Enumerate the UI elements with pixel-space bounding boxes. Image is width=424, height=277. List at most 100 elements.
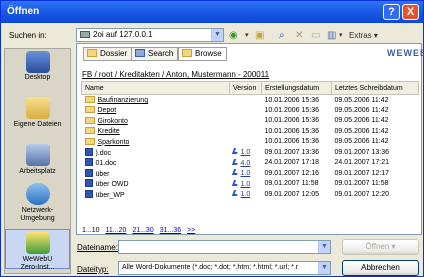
cell-modified: 09.01.2007 12:20 bbox=[334, 190, 390, 198]
page-link[interactable]: 11...20 bbox=[105, 227, 126, 234]
chevron-down-icon[interactable]: ▼ bbox=[211, 29, 223, 41]
extras-label: Extras bbox=[349, 31, 372, 40]
table-row[interactable]: über OWD 1.0 09.01.2007 11:58 09.01.2007 11… bbox=[82, 179, 419, 190]
file-name[interactable]: Girokonto bbox=[98, 118, 128, 125]
file-name[interactable]: Depot bbox=[98, 107, 117, 114]
tab-label: Browse bbox=[195, 49, 222, 58]
delete-icon[interactable]: ✕ bbox=[295, 28, 303, 44]
folder-open-icon bbox=[182, 49, 192, 57]
views-dropdown-icon[interactable]: ▾ bbox=[339, 28, 343, 44]
tab-label: Search bbox=[148, 49, 174, 58]
col-created[interactable]: Erstellungsdatum bbox=[261, 81, 332, 95]
desktop-icon bbox=[27, 55, 48, 72]
place-desktop[interactable]: Desktop bbox=[5, 55, 70, 85]
version-link[interactable]: 1.0 bbox=[241, 181, 251, 188]
cell-modified: 09.01.2007 12:17 bbox=[334, 169, 390, 177]
version-link[interactable]: 1.0 bbox=[241, 170, 251, 177]
version-link[interactable]: 4.0 bbox=[241, 160, 251, 167]
cell-name[interactable]: Depot bbox=[82, 105, 230, 116]
tab-search[interactable]: Search bbox=[131, 47, 179, 61]
tab-browse[interactable]: Browse bbox=[178, 47, 227, 61]
cell-name[interactable]: über OWD bbox=[82, 179, 230, 190]
place-wewebu[interactable]: WeWebU Zero-Inst... bbox=[5, 229, 70, 271]
open-button[interactable]: Öffnen ▾ bbox=[342, 239, 419, 255]
filename-input[interactable]: ▼ bbox=[118, 240, 331, 254]
extras-menu[interactable]: Extras ▾ bbox=[349, 28, 378, 44]
my-documents-icon bbox=[25, 97, 50, 119]
cell-created: 09.01.2007 12:16 bbox=[264, 169, 320, 177]
cell-version bbox=[230, 95, 262, 106]
tab-dossier[interactable]: Dossier bbox=[83, 47, 133, 61]
back-dropdown-icon[interactable]: ▾ bbox=[245, 28, 249, 44]
cell-name[interactable]: Girokonto bbox=[82, 116, 230, 127]
lookin-select[interactable]: 2oi auf 127.0.0.1 ▼ bbox=[76, 28, 224, 42]
views-icon[interactable]: ▥ bbox=[327, 28, 336, 44]
table-row[interactable]: über 1.0 09.01.2007 12:16 09.01.2007 12:17 bbox=[82, 168, 419, 179]
places-bar: Desktop Eigene Dateien Arbeitsplatz Netz… bbox=[4, 48, 71, 274]
cell-version bbox=[230, 116, 262, 127]
file-name[interactable]: Kredite bbox=[98, 128, 120, 135]
cell-modified: 09.05.2006 11:42 bbox=[334, 138, 389, 146]
page-link[interactable]: 21...30 bbox=[132, 227, 153, 234]
file-name[interactable]: ).doc bbox=[96, 150, 112, 157]
new-folder-icon[interactable]: ▭ bbox=[311, 28, 320, 44]
cell-name[interactable]: ).doc bbox=[82, 147, 230, 158]
cell-created: 10.01.2006 15:36 bbox=[264, 106, 320, 114]
file-name[interactable]: über bbox=[96, 171, 110, 178]
cell-name[interactable]: Sparkonto bbox=[82, 137, 230, 148]
cell-version: 1.0 bbox=[230, 179, 262, 190]
cell-version: 1.0 bbox=[230, 189, 262, 200]
file-name[interactable]: Sparkonto bbox=[98, 139, 130, 146]
table-row[interactable]: 01.doc 4.0 24.01.2007 17:18 24.01.2007 17:2… bbox=[82, 158, 419, 169]
search-web-icon[interactable]: ⌕ bbox=[279, 28, 285, 44]
place-my-documents[interactable]: Eigene Dateien bbox=[5, 97, 70, 129]
open-dialog: Öffnen ? X Suchen in: 2oi auf 127.0.0.1 … bbox=[0, 0, 424, 277]
col-version[interactable]: Version bbox=[229, 81, 262, 95]
cell-created: 10.01.2006 15:36 bbox=[264, 138, 320, 146]
filetype-select[interactable]: Alle Word-Dokumente (*.doc; *.dot; *.htm… bbox=[118, 261, 331, 275]
table-row[interactable]: Baufinanzierung 10.01.2006 15:36 09.05.200… bbox=[82, 95, 419, 106]
cancel-button[interactable]: Abbrechen bbox=[342, 260, 419, 276]
col-name[interactable]: Name bbox=[81, 81, 230, 95]
cell-name[interactable]: über bbox=[82, 168, 230, 179]
version-link[interactable]: 1.0 bbox=[241, 149, 251, 156]
table-row[interactable]: Kredite 10.01.2006 15:36 09.05.2006 11:42 bbox=[82, 126, 419, 137]
back-icon[interactable]: ◉ bbox=[229, 28, 238, 44]
page-current: 1...10 bbox=[82, 227, 100, 234]
breadcrumb[interactable]: FB / root / Kreditakten / Anton, Musterm… bbox=[82, 70, 269, 79]
table-row[interactable]: Depot 10.01.2006 15:36 09.05.2006 11:42 bbox=[82, 105, 419, 116]
chevron-down-icon[interactable]: ▼ bbox=[318, 262, 330, 274]
page-next[interactable]: >> bbox=[187, 227, 195, 234]
place-my-computer[interactable]: Arbeitsplatz bbox=[5, 144, 70, 176]
cell-name[interactable]: 01.doc bbox=[82, 158, 230, 169]
table-row[interactable]: ).doc 1.0 09.01.2007 13:36 09.01.2007 13:36 bbox=[82, 147, 419, 158]
cell-name[interactable]: Baufinanzierung bbox=[82, 95, 230, 106]
cell-name[interactable]: Kredite bbox=[82, 126, 230, 137]
version-link[interactable]: 1.0 bbox=[241, 191, 251, 198]
file-name[interactable]: Baufinanzierung bbox=[98, 97, 149, 104]
wewebu-logo: WEWEBU bbox=[387, 48, 424, 58]
cell-version bbox=[230, 126, 262, 137]
table-row[interactable]: Sparkonto 10.01.2006 15:36 09.05.2006 11:4… bbox=[82, 137, 419, 148]
col-modified[interactable]: Letztes Schreibdatum bbox=[331, 81, 419, 95]
file-name[interactable]: über_WP bbox=[96, 192, 125, 199]
file-name[interactable]: über OWD bbox=[96, 181, 129, 188]
folder-icon bbox=[84, 116, 95, 124]
close-button[interactable]: X bbox=[402, 4, 419, 20]
page-link[interactable]: 31...36 bbox=[160, 227, 181, 234]
divider-icon: | bbox=[271, 30, 274, 41]
up-folder-icon[interactable]: ▣ bbox=[255, 28, 264, 44]
version-icon bbox=[231, 158, 239, 165]
place-network[interactable]: Netzwerk- Umgebung bbox=[5, 183, 70, 223]
filetype-label: Dateityp: bbox=[77, 265, 109, 274]
folder-icon bbox=[84, 106, 95, 114]
chevron-down-icon[interactable]: ▼ bbox=[318, 241, 330, 253]
word-doc-icon bbox=[84, 158, 93, 167]
table-row[interactable]: über_WP 1.0 09.01.2007 12:05 09.01.2007 12:… bbox=[82, 189, 419, 200]
file-name[interactable]: 01.doc bbox=[96, 160, 117, 167]
cell-name[interactable]: über_WP bbox=[82, 189, 230, 200]
folder-icon bbox=[87, 49, 97, 57]
table-row[interactable]: Girokonto 10.01.2006 15:36 09.05.2006 11:4… bbox=[82, 116, 419, 127]
help-button[interactable]: ? bbox=[383, 4, 400, 20]
cell-modified: 09.05.2006 11:42 bbox=[334, 127, 389, 135]
